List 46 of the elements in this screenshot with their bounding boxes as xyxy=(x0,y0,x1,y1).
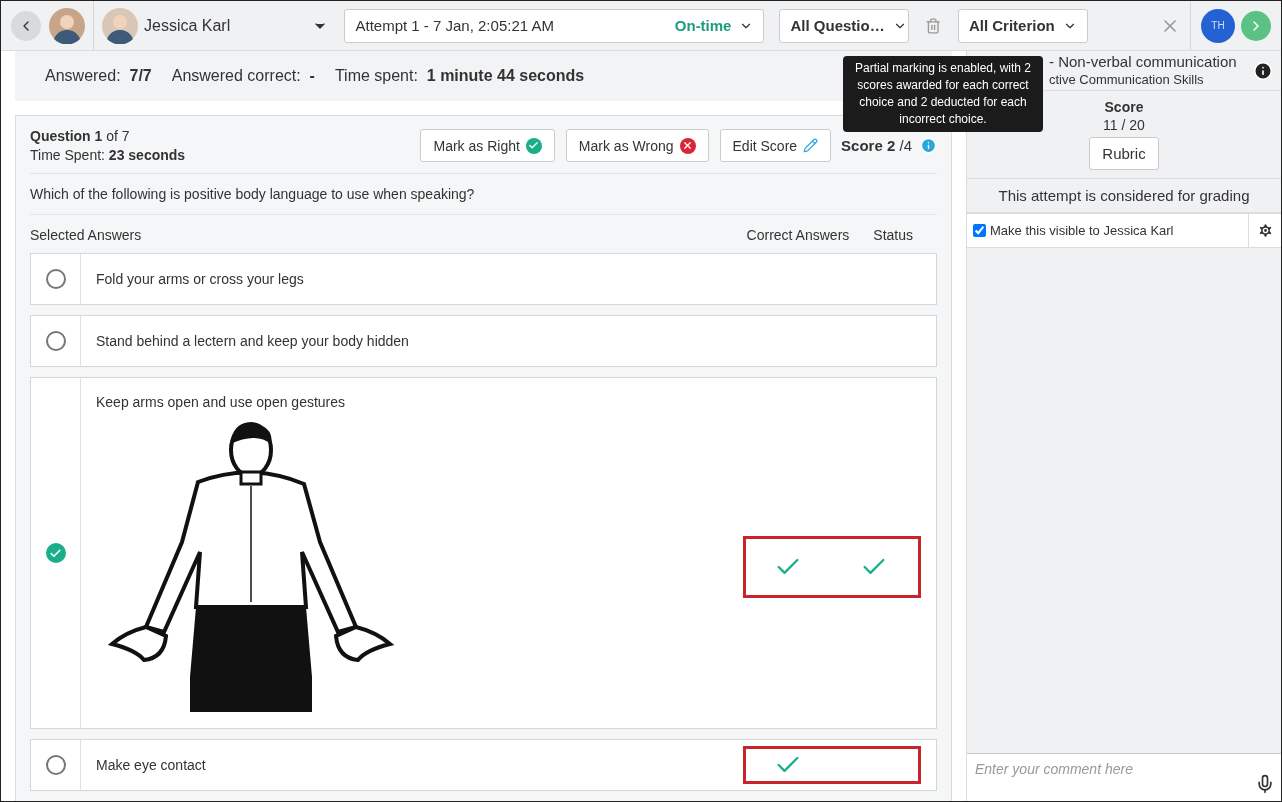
comment-box[interactable]: Enter your comment here xyxy=(967,753,1281,801)
answer-text: Keep arms open and use open gestures xyxy=(96,394,347,410)
attempt-dropdown[interactable]: Attempt 1 - 7 Jan, 2:05:21 AM On-time xyxy=(344,8,765,43)
rubric-button[interactable]: Rubric xyxy=(1089,137,1159,170)
summary-stat: Time spent: 1 minute 44 seconds xyxy=(334,67,585,85)
info-icon[interactable] xyxy=(1253,60,1273,81)
answer-radio[interactable] xyxy=(45,543,66,563)
question-score: Score 2 /4 xyxy=(841,137,912,154)
summary-stat: Answered correct: - xyxy=(171,67,315,85)
column-header: Selected Answers xyxy=(30,227,143,243)
microphone-icon[interactable] xyxy=(1255,774,1275,794)
time-spent: Time Spent: 23 seconds xyxy=(30,147,187,163)
tooltip: Partial marking is enabled, with 2 scores awarded for each correct choice and 2 deducted for each incorrect choice. xyxy=(843,56,1043,132)
answer-radio[interactable] xyxy=(45,331,66,351)
answer-text: Fold your arms or cross your legs xyxy=(96,271,304,287)
back-button[interactable] xyxy=(11,10,41,41)
avatar xyxy=(49,7,85,44)
mark-button[interactable]: Mark as Right xyxy=(420,129,555,162)
mark-button[interactable]: Edit Score xyxy=(719,129,832,162)
answer-radio[interactable] xyxy=(45,755,66,775)
visibility-checkbox[interactable] xyxy=(973,224,986,237)
course-name: ctive Communication Skills xyxy=(1049,70,1205,89)
settings-icon[interactable] xyxy=(1256,222,1274,239)
column-header: Correct Answers xyxy=(746,227,850,243)
answer-radio[interactable] xyxy=(45,269,66,289)
answer-text: Make eye contact xyxy=(96,757,206,773)
score-label: Score xyxy=(1104,99,1144,115)
quiz-title: - Non-verbal communication xyxy=(1049,52,1238,71)
summary-stat: Answered: 7/7 xyxy=(45,67,152,85)
visibility-label: Make this visible to Jessica Karl xyxy=(990,223,1174,238)
question-text: Which of the following is positive body language to use when speaking? xyxy=(30,174,937,215)
column-header: Status xyxy=(873,227,913,243)
user-avatar[interactable]: TH xyxy=(1201,8,1235,43)
mark-button[interactable]: Mark as Wrong xyxy=(565,129,709,162)
check-icon xyxy=(525,137,542,154)
question-filter[interactable]: All Questio… xyxy=(779,8,910,43)
student-name: Jessica Karl xyxy=(144,16,232,35)
avatar xyxy=(102,7,138,44)
criterion-filter[interactable]: All Criterion xyxy=(957,8,1088,43)
trash-icon[interactable] xyxy=(925,16,942,35)
score-value: 11 / 20 xyxy=(1103,117,1145,133)
cross-icon xyxy=(679,137,696,154)
question-number: Question 1 of 7 xyxy=(30,128,131,144)
pencil-icon xyxy=(803,138,819,153)
check-icon xyxy=(49,546,62,560)
answer-text: Stand behind a lectern and keep your body hidden xyxy=(96,333,409,349)
